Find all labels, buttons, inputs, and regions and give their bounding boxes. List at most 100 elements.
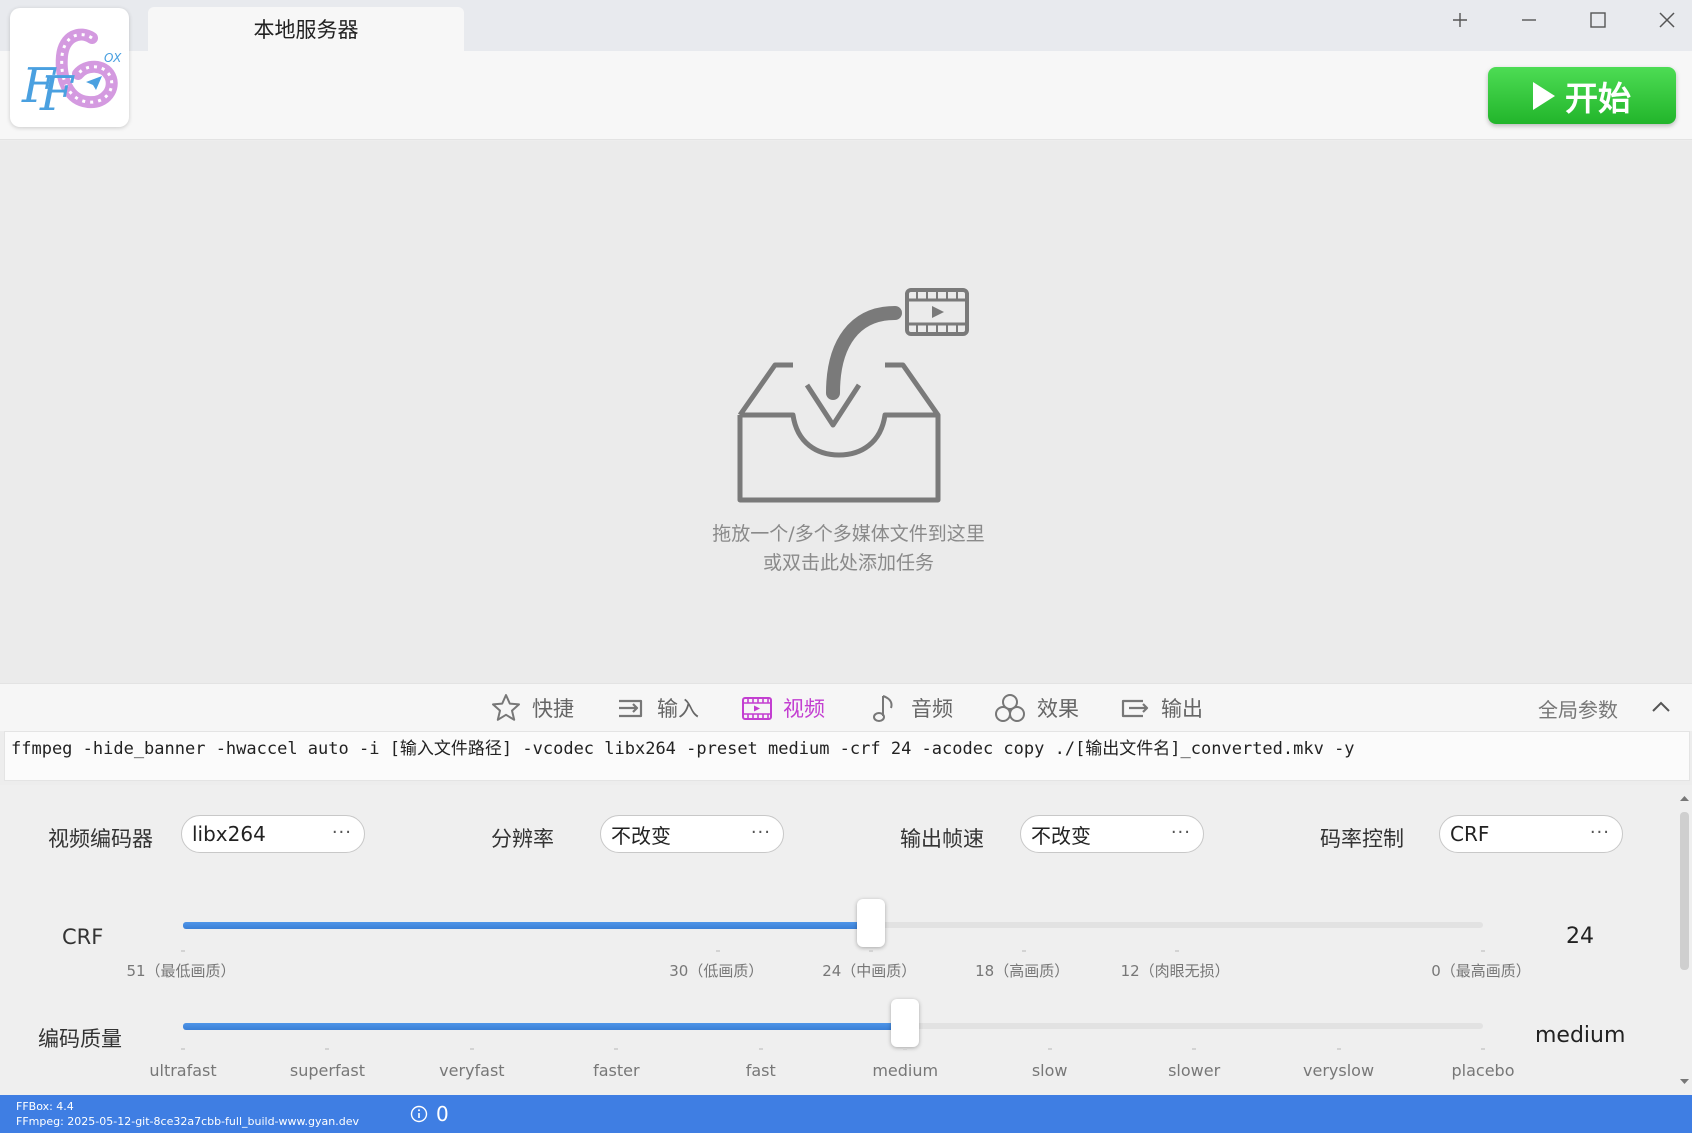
- more-icon: ···: [1170, 822, 1191, 843]
- crf-tick-label: 24（中画质）: [822, 962, 917, 980]
- audio-icon: [873, 695, 893, 722]
- preset-option-slower[interactable]: slower: [1168, 1061, 1220, 1080]
- close-icon: [1658, 12, 1675, 28]
- drop-hint-line2: 或双击此处添加任务: [762, 552, 934, 574]
- crf-tick-label: 18（高画质）: [975, 962, 1070, 980]
- resolution-label: 分辨率: [491, 827, 554, 851]
- encoding-quality-label: 编码质量: [38, 1027, 122, 1051]
- effects-icon: [995, 694, 1025, 722]
- star-icon: [492, 694, 520, 721]
- preset-option-fast[interactable]: fast: [746, 1061, 776, 1080]
- tab-input[interactable]: 输入: [615, 684, 699, 732]
- preset-option-faster[interactable]: faster: [593, 1061, 639, 1080]
- video-icon: [742, 697, 772, 720]
- svg-text:F: F: [39, 66, 75, 122]
- ffbox-version: FFBox: 4.4: [16, 1100, 74, 1113]
- more-icon: ···: [331, 822, 352, 843]
- preset-option-veryslow[interactable]: veryslow: [1303, 1061, 1374, 1080]
- tab-quick[interactable]: 快捷: [490, 684, 574, 732]
- tab-quick-label: 快捷: [532, 697, 574, 721]
- preset-option-slow[interactable]: slow: [1032, 1061, 1068, 1080]
- command-preview[interactable]: ffmpeg -hide_banner -hwaccel auto -i [输入…: [4, 731, 1690, 781]
- output-icon: [1121, 699, 1149, 718]
- crf-tick-label: 0（最高画质）: [1431, 962, 1531, 980]
- scrollbar-thumb[interactable]: [1680, 812, 1689, 970]
- tab-effects-label: 效果: [1037, 697, 1079, 721]
- video-encoder-value: libx264: [192, 822, 266, 846]
- start-button-label: 开始: [1565, 78, 1631, 118]
- preset-tick-mark: [1047, 1048, 1052, 1050]
- toolbar: [0, 51, 1692, 140]
- tab-output[interactable]: 输出: [1119, 684, 1203, 732]
- resolution-select[interactable]: 不改变 ···: [600, 815, 784, 853]
- notification-indicator[interactable]: 0: [410, 1102, 449, 1126]
- crf-tick-label: 12（肉眼无损）: [1120, 962, 1230, 980]
- crf-tick-mark: [1022, 950, 1027, 952]
- new-tab-button[interactable]: [1425, 0, 1494, 40]
- rate-control-select[interactable]: CRF ···: [1439, 815, 1623, 853]
- crf-tick-label: 30（低画质）: [669, 962, 764, 980]
- tab-audio[interactable]: 音频: [869, 684, 953, 732]
- crf-tick-mark: [716, 950, 721, 952]
- preset-tick-mark: [181, 1048, 185, 1050]
- drop-files-icon: [737, 288, 969, 503]
- video-encoder-label: 视频编码器: [48, 827, 153, 851]
- app-logo: F F OX: [10, 8, 129, 127]
- crf-slider-fill: [183, 922, 872, 929]
- tab-effects[interactable]: 效果: [993, 684, 1079, 732]
- crf-tick-mark: [869, 950, 874, 952]
- preset-slider-thumb[interactable]: [891, 999, 920, 1047]
- maximize-button[interactable]: [1563, 0, 1632, 40]
- global-params-button[interactable]: 全局参数: [1538, 684, 1618, 732]
- tab-title: 本地服务器: [253, 18, 359, 42]
- preset-option-superfast[interactable]: superfast: [290, 1061, 365, 1080]
- frame-rate-label: 输出帧速: [900, 827, 984, 851]
- notification-count: 0: [436, 1102, 449, 1126]
- plus-icon: [1452, 13, 1467, 27]
- frame-rate-value: 不改变: [1031, 823, 1091, 848]
- video-encoder-select[interactable]: libx264 ···: [181, 815, 365, 853]
- tab-output-label: 输出: [1161, 697, 1203, 721]
- close-button[interactable]: [1632, 0, 1692, 40]
- svg-text:OX: OX: [104, 51, 122, 65]
- scroll-up-icon[interactable]: [1677, 793, 1692, 803]
- scroll-down-icon[interactable]: [1677, 1077, 1692, 1087]
- tab-local-server[interactable]: 本地服务器: [148, 7, 464, 51]
- preset-option-veryfast[interactable]: veryfast: [439, 1061, 504, 1080]
- preset-value: medium: [1535, 1023, 1626, 1048]
- preset-option-medium[interactable]: medium: [872, 1061, 938, 1080]
- tab-video[interactable]: 视频: [741, 684, 825, 732]
- input-icon: [619, 699, 643, 718]
- preset-tick-mark: [469, 1048, 474, 1050]
- minimize-icon: [1521, 19, 1536, 21]
- rate-control-value: CRF: [1450, 822, 1490, 846]
- drop-hint-line1: 拖放一个/多个多媒体文件到这里: [712, 523, 985, 545]
- rate-control-label: 码率控制: [1320, 827, 1404, 851]
- crf-slider-thumb[interactable]: [857, 899, 886, 947]
- global-params-label: 全局参数: [1538, 697, 1618, 722]
- resolution-value: 不改变: [611, 823, 671, 848]
- preset-option-ultrafast[interactable]: ultrafast: [149, 1061, 216, 1080]
- title-bar: 本地服务器: [0, 0, 1692, 51]
- tab-video-label: 视频: [783, 697, 825, 721]
- ffmpeg-version: FFmpeg: 2025-05-12-git-8ce32a7cbb-full_b…: [16, 1115, 359, 1128]
- preset-tick-mark: [325, 1048, 330, 1050]
- start-button[interactable]: 开始: [1488, 67, 1676, 124]
- preset-tick-mark: [1192, 1048, 1197, 1050]
- preset-tick-mark: [1481, 1048, 1485, 1050]
- preset-tick-mark: [758, 1048, 763, 1050]
- tab-audio-label: 音频: [911, 697, 953, 721]
- crf-tick-label: 51（最低画质）: [126, 962, 236, 980]
- crf-tick-mark: [1175, 950, 1180, 952]
- preset-option-placebo[interactable]: placebo: [1452, 1061, 1515, 1080]
- tab-input-label: 输入: [657, 697, 699, 721]
- ffbox-logo-icon: F F OX: [21, 28, 122, 122]
- preset-tick-mark: [614, 1048, 619, 1050]
- chevron-up-icon[interactable]: [1650, 696, 1672, 718]
- preset-tick-mark: [903, 1048, 908, 1050]
- params-scrollbar[interactable]: [1677, 785, 1692, 1095]
- crf-value: 24: [1566, 924, 1594, 949]
- minimize-button[interactable]: [1494, 0, 1563, 40]
- frame-rate-select[interactable]: 不改变 ···: [1020, 815, 1204, 853]
- more-icon: ···: [1589, 822, 1610, 843]
